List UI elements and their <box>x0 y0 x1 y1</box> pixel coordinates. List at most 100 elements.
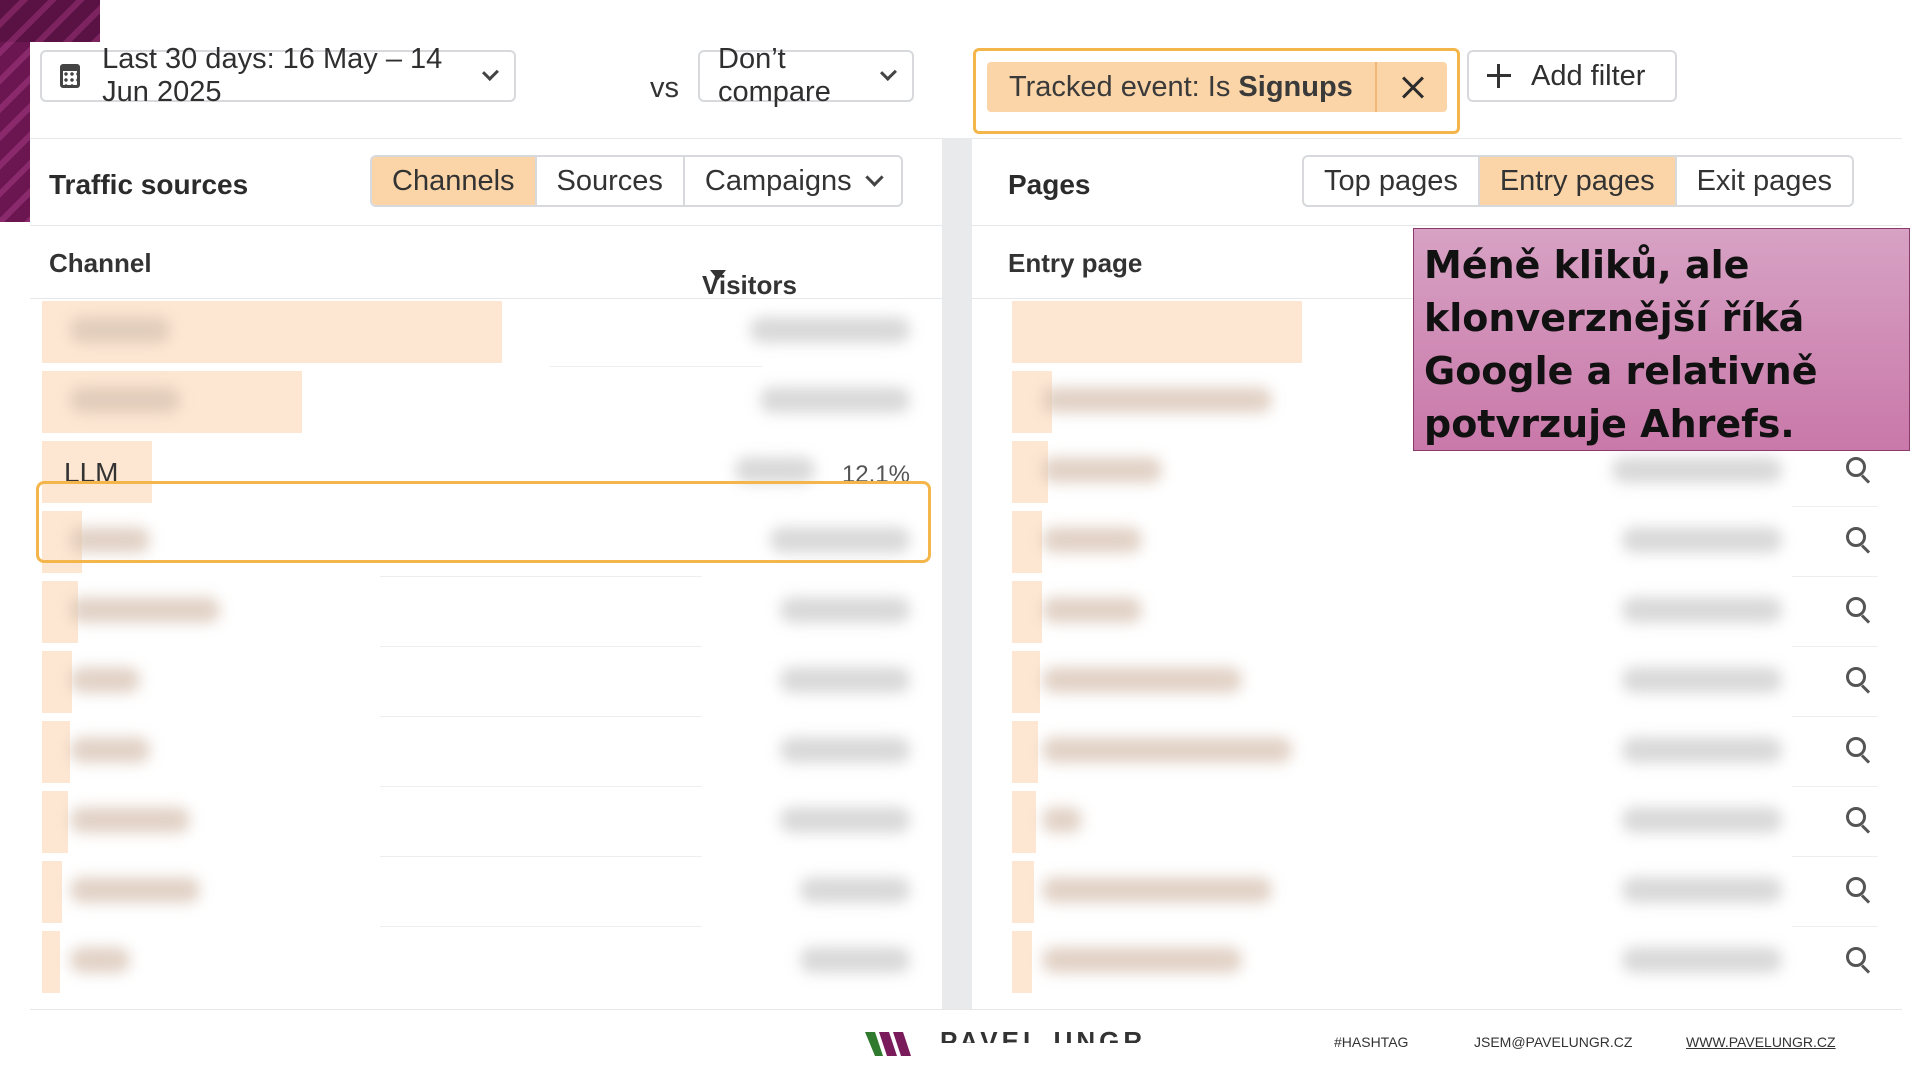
search-icon[interactable] <box>1846 877 1868 899</box>
blurred-value <box>780 667 910 693</box>
column-header: Channel Visitors <box>30 225 942 300</box>
table-row[interactable] <box>972 787 1902 857</box>
blurred-value <box>735 457 815 483</box>
panel-title: Pages <box>1008 169 1091 200</box>
blurred-label <box>1042 807 1082 833</box>
blurred-label <box>1042 947 1242 973</box>
blurred-value <box>1622 877 1782 903</box>
card-bottom-border <box>30 1009 1902 1010</box>
compare-dropdown[interactable]: Don’t compare <box>698 43 914 108</box>
tab-entry-pages[interactable]: Entry pages <box>1479 157 1677 205</box>
blurred-value <box>1622 667 1782 693</box>
blurred-label <box>70 947 130 973</box>
table-row[interactable] <box>30 647 942 717</box>
blurred-label <box>1042 457 1162 483</box>
tab-channels[interactable]: Channels <box>372 157 537 205</box>
blurred-label <box>1042 877 1272 903</box>
row-bar <box>42 651 72 713</box>
tab-campaigns-label: Campaigns <box>704 164 852 197</box>
table-row[interactable] <box>972 647 1902 717</box>
blurred-label <box>70 317 170 343</box>
blurred-value <box>1622 807 1782 833</box>
pages-tabs: Top pages Entry pages Exit pages <box>1302 155 1855 207</box>
table-row[interactable] <box>972 577 1902 647</box>
blurred-value <box>1612 457 1782 483</box>
row-bar <box>1012 651 1040 713</box>
annotation-callout: Méně kliků, ale klonverznější říká Googl… <box>1413 228 1910 451</box>
search-icon[interactable] <box>1846 527 1868 549</box>
table-row[interactable] <box>30 297 942 367</box>
table-row[interactable] <box>972 857 1902 927</box>
tab-campaigns[interactable]: Campaigns <box>685 157 901 205</box>
filter-text: Tracked event: Is Signups <box>987 71 1375 104</box>
brand-name: PAVEL UNGR <box>940 1026 1147 1056</box>
blurred-value <box>780 597 910 623</box>
blurred-label <box>70 387 180 413</box>
blurred-value <box>1622 527 1782 553</box>
footer-hashtag: #HASHTAG <box>1334 1034 1409 1050</box>
search-icon[interactable] <box>1846 807 1868 829</box>
tab-exit-pages[interactable]: Exit pages <box>1677 157 1852 205</box>
blurred-value <box>780 807 910 833</box>
search-icon[interactable] <box>1846 597 1868 619</box>
entry-page-column-header[interactable]: Entry page <box>1008 248 1142 279</box>
table-row[interactable] <box>30 787 942 857</box>
tab-top-pages[interactable]: Top pages <box>1304 157 1480 205</box>
brand-logo <box>865 1032 911 1056</box>
add-filter-button[interactable]: Add filter <box>1467 50 1677 102</box>
row-bar <box>1012 861 1034 923</box>
blurred-label <box>70 597 220 623</box>
close-icon[interactable] <box>1377 62 1447 112</box>
blurred-label <box>70 737 150 763</box>
tracked-event-filter[interactable]: Tracked event: Is Signups <box>987 62 1447 112</box>
traffic-sources-panel: Traffic sources Channels Sources Campaig… <box>30 139 942 1009</box>
row-bar <box>42 791 68 853</box>
table-row[interactable] <box>972 717 1902 787</box>
table-row[interactable] <box>30 717 942 787</box>
blurred-value <box>1622 597 1782 623</box>
table-row[interactable] <box>30 367 942 437</box>
blurred-value <box>750 317 910 343</box>
table-row[interactable] <box>30 927 942 997</box>
row-bar <box>1012 581 1042 643</box>
search-icon[interactable] <box>1846 667 1868 689</box>
footer-email[interactable]: JSEM@PAVELUNGR.CZ <box>1474 1034 1632 1050</box>
search-icon[interactable] <box>1846 737 1868 759</box>
footer-website-link[interactable]: WWW.PAVELUNGR.CZ <box>1686 1034 1836 1050</box>
compare-label: Don’t compare <box>718 43 831 108</box>
blurred-value <box>1622 947 1782 973</box>
table-row[interactable] <box>972 927 1902 997</box>
analytics-card: Last 30 days: 16 May – 14 Jun 2025 vs Do… <box>30 42 1902 1010</box>
add-filter-label: Add filter <box>1531 59 1646 92</box>
panel-title: Traffic sources <box>49 169 249 200</box>
row-bar <box>1012 721 1038 783</box>
table-row[interactable] <box>972 507 1902 577</box>
table-row[interactable] <box>30 577 942 647</box>
filter-value: Signups <box>1238 70 1353 103</box>
blurred-value <box>780 737 910 763</box>
panel-gutter <box>942 138 972 1010</box>
blurred-value <box>800 947 910 973</box>
sort-desc-icon <box>710 270 726 280</box>
tab-sources[interactable]: Sources <box>537 157 685 205</box>
search-icon[interactable] <box>1846 457 1868 479</box>
blurred-label <box>1042 667 1242 693</box>
table-row[interactable] <box>30 857 942 927</box>
blurred-value <box>760 387 910 413</box>
row-bar <box>1012 301 1302 363</box>
chevron-down-icon <box>864 167 884 187</box>
filter-bar: Last 30 days: 16 May – 14 Jun 2025 vs Do… <box>30 42 1902 138</box>
search-icon[interactable] <box>1846 947 1868 969</box>
date-range-label: Last 30 days: 16 May – 14 Jun 2025 <box>102 43 443 108</box>
row-bar <box>42 721 70 783</box>
blurred-label <box>1042 527 1142 553</box>
date-range-picker[interactable]: Last 30 days: 16 May – 14 Jun 2025 <box>40 43 516 108</box>
chevron-down-icon <box>880 63 897 81</box>
blurred-label <box>1042 597 1142 623</box>
channel-column-header[interactable]: Channel <box>49 248 152 279</box>
traffic-tabs: Channels Sources Campaigns <box>370 155 903 207</box>
chevron-down-icon <box>482 63 499 81</box>
llm-highlight-box <box>36 481 931 563</box>
row-bar <box>42 931 60 993</box>
blurred-value <box>1622 737 1782 763</box>
